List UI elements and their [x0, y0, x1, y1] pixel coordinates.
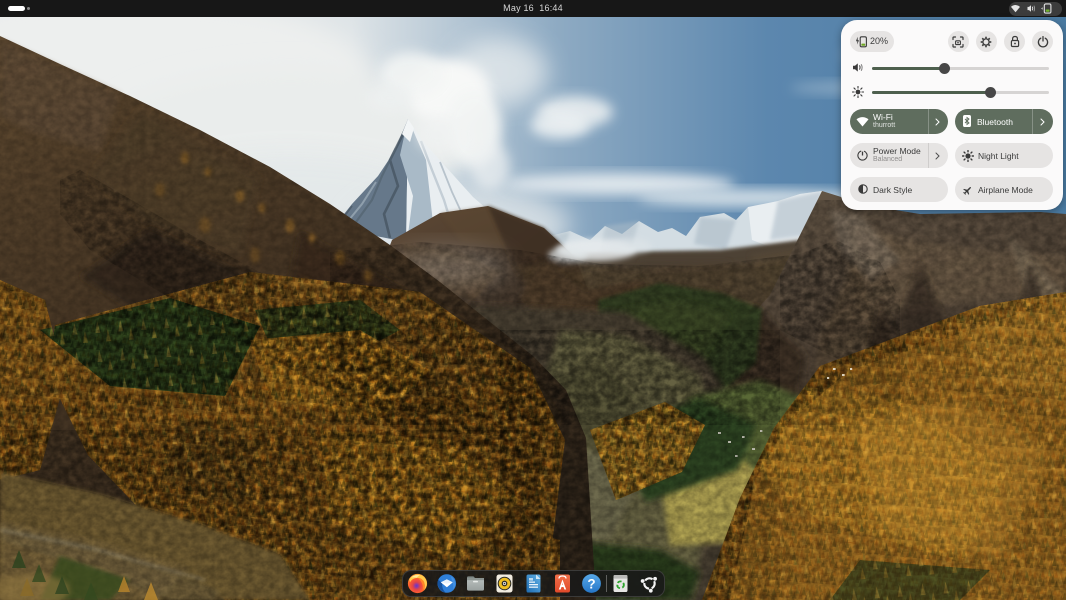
- svg-text:?: ?: [587, 576, 595, 591]
